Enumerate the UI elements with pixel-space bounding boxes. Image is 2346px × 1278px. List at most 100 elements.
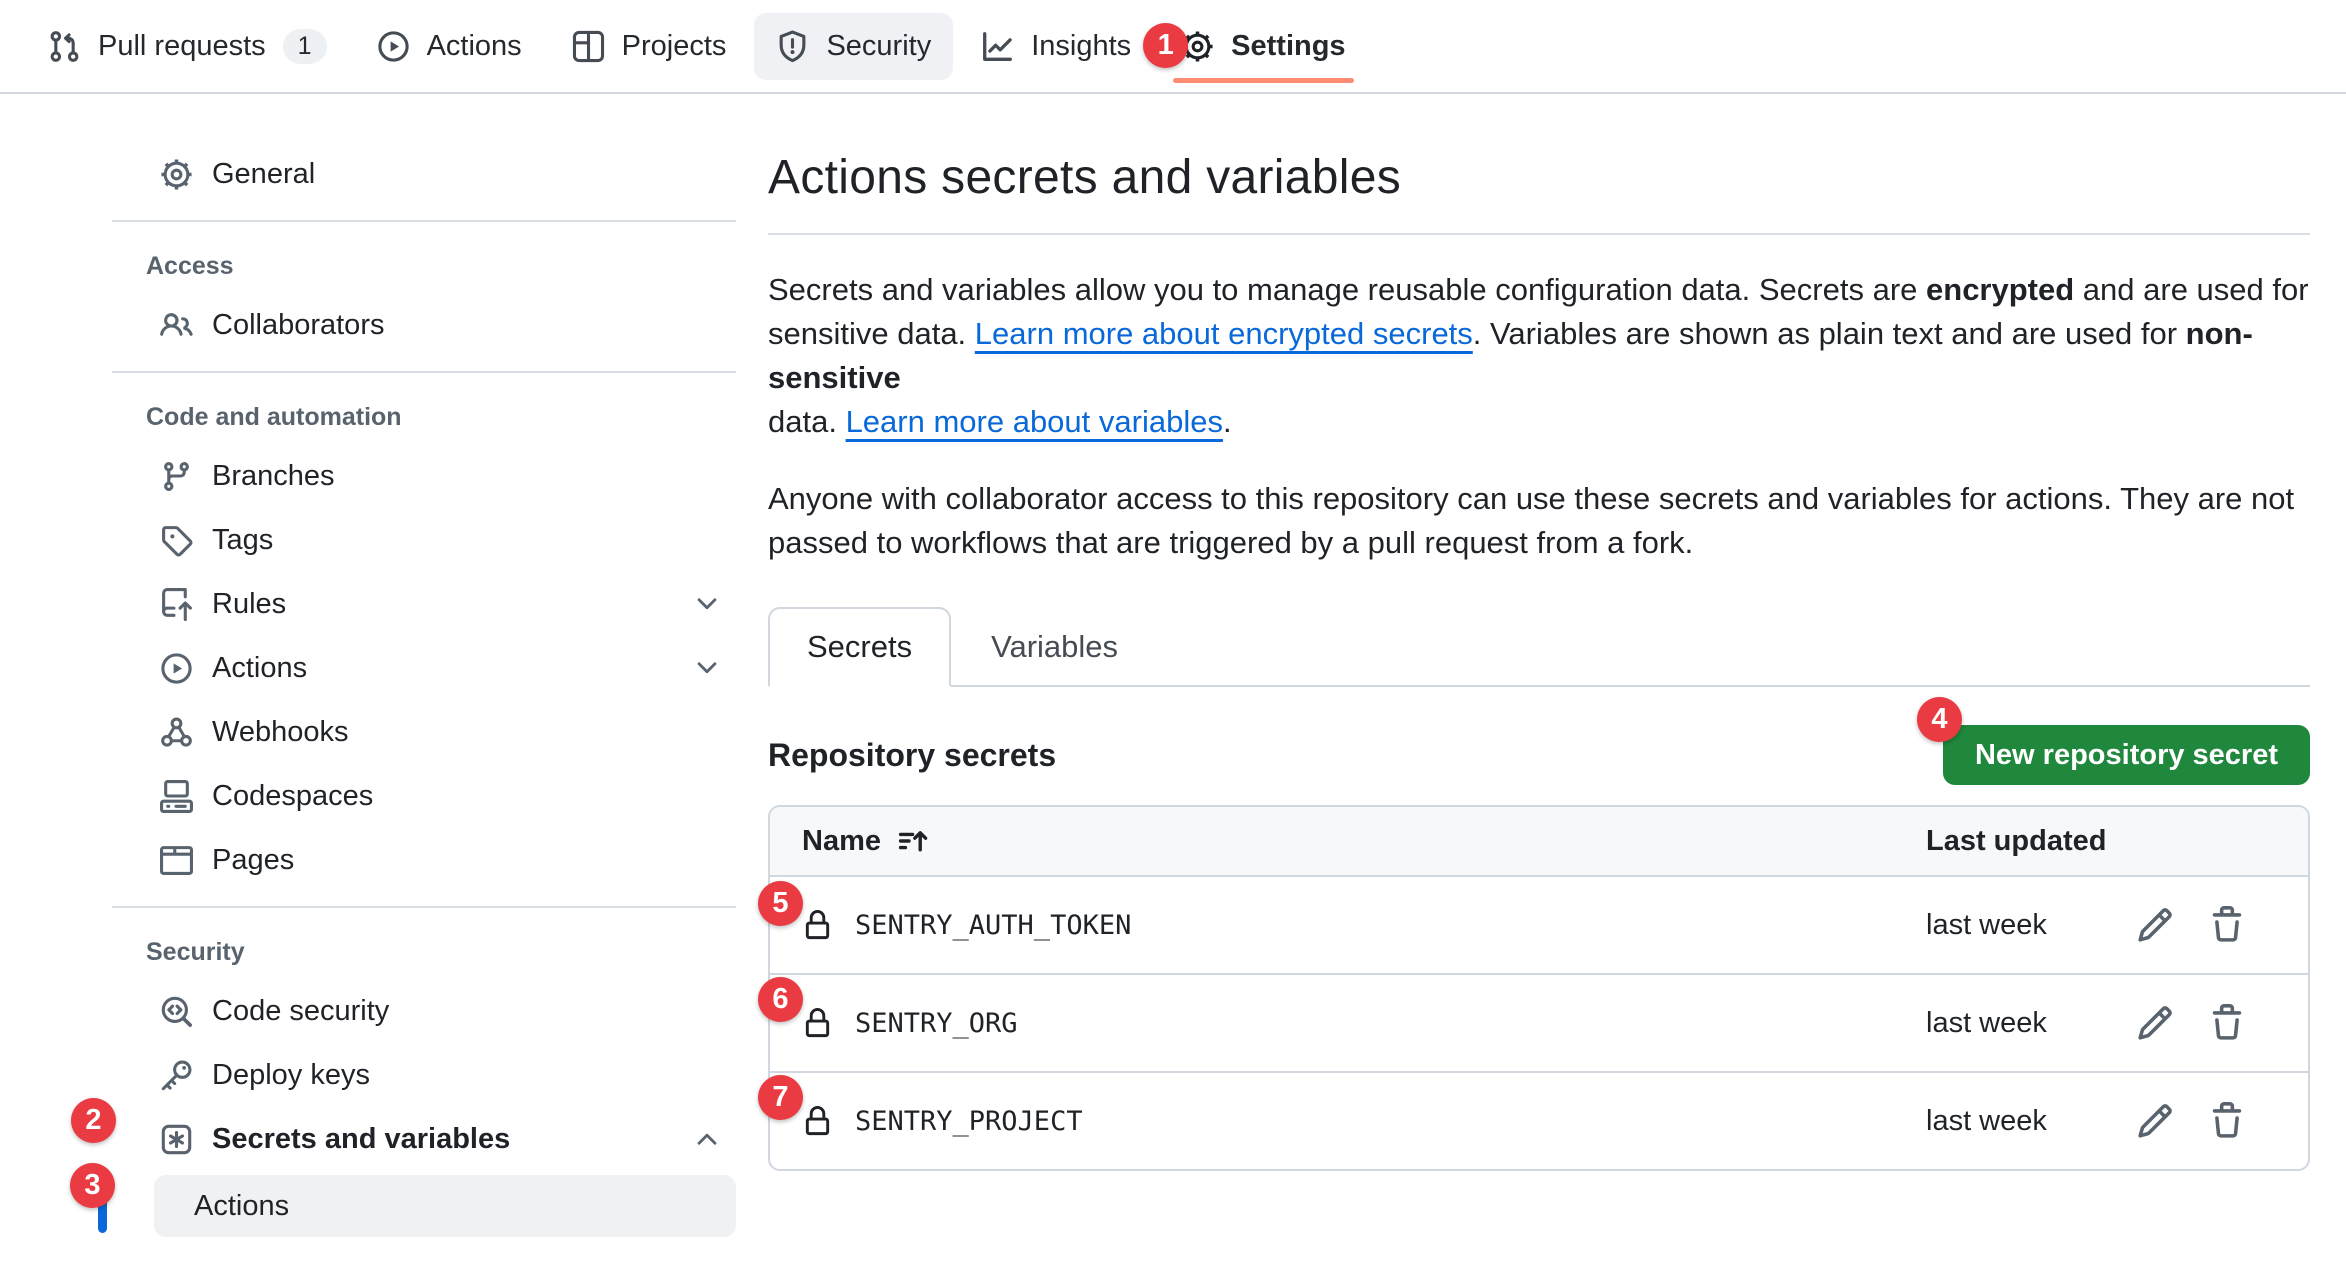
sidebar-item-label: Collaborators (212, 309, 384, 342)
column-header-name[interactable]: Name (802, 825, 1926, 858)
repo-tab-nav: Pull requests 1 Actions Projects Securit… (0, 0, 2346, 94)
annotation-badge-4: 4 (1917, 697, 1962, 742)
edit-secret-button[interactable] (2136, 1102, 2174, 1140)
sidebar-item-code-security[interactable]: Code security (112, 979, 736, 1043)
tab-label: Actions (427, 30, 522, 63)
sidebar-item-label: Rules (212, 588, 286, 621)
tab-variables[interactable]: Variables (951, 609, 1158, 685)
secret-name: SENTRY_PROJECT (855, 1106, 1083, 1137)
git-pull-request-icon (48, 30, 81, 63)
sort-ascending-icon (897, 825, 929, 857)
asterisk-box-icon (160, 1123, 193, 1156)
sidebar-item-label: Tags (212, 524, 273, 557)
sidebar-item-pages[interactable]: Pages (112, 828, 736, 892)
lock-icon (802, 1008, 833, 1039)
codescan-icon (160, 995, 193, 1028)
settings-sidebar: General Access Collaborators Code and au… (112, 94, 736, 1237)
table-row: SENTRY_ORG last week (770, 973, 2308, 1071)
tab-label: Pull requests (98, 30, 266, 63)
tab-security[interactable]: Security (754, 13, 953, 80)
delete-secret-button[interactable] (2208, 906, 2246, 944)
sidebar-item-tags[interactable]: Tags (112, 508, 736, 572)
repository-secrets-heading: Repository secrets (768, 737, 1056, 774)
table-header: Name Last updated (770, 807, 2308, 875)
tab-label: Insights (1031, 30, 1131, 63)
tab-secrets[interactable]: Secrets (768, 607, 951, 687)
sidebar-item-actions[interactable]: Actions (112, 636, 736, 700)
table-row: SENTRY_PROJECT last week (770, 1071, 2308, 1169)
tab-label: Settings (1231, 30, 1345, 63)
sidebar-item-codespaces[interactable]: Codespaces (112, 764, 736, 828)
sidebar-item-label: Webhooks (212, 716, 349, 749)
sidebar-item-label: Codespaces (212, 780, 373, 813)
page-title: Actions secrets and variables (768, 150, 2310, 205)
sidebar-item-label: Code security (212, 995, 389, 1028)
sidebar-item-deploy-keys[interactable]: Deploy keys (112, 1043, 736, 1107)
last-updated-value: last week (1926, 1007, 2102, 1040)
people-icon (160, 309, 193, 342)
sidebar-item-label: Actions (212, 652, 307, 685)
tab-projects[interactable]: Projects (550, 13, 749, 80)
secret-name: SENTRY_ORG (855, 1008, 1018, 1039)
tab-label: Security (826, 30, 931, 63)
chevron-up-icon (692, 1124, 722, 1154)
inline-link[interactable]: Learn more about variables (846, 404, 1223, 439)
shield-exclamation-icon (776, 30, 809, 63)
graph-icon (981, 30, 1014, 63)
sidebar-item-general[interactable]: General (112, 142, 736, 206)
table-row: SENTRY_AUTH_TOKEN last week (770, 875, 2308, 973)
tab-settings[interactable]: 1 Settings (1159, 13, 1367, 80)
delete-secret-button[interactable] (2208, 1102, 2246, 1140)
edit-secret-button[interactable] (2136, 906, 2174, 944)
tab-pull-requests[interactable]: Pull requests 1 (26, 12, 349, 81)
sidebar-item-branches[interactable]: Branches (112, 444, 736, 508)
sidebar-divider (112, 220, 736, 222)
title-divider (768, 233, 2310, 235)
sidebar-item-label: Branches (212, 460, 335, 493)
sidebar-item-label: Deploy keys (212, 1059, 370, 1092)
annotation-badge-7: 7 (758, 1075, 803, 1120)
repository-secrets-table: 5 6 7 Name Last updated (768, 805, 2310, 1171)
sidebar-item-label: Secrets and variables (212, 1123, 510, 1156)
secret-name-cell: SENTRY_PROJECT (802, 1106, 1926, 1137)
gear-icon (160, 158, 193, 191)
tab-insights[interactable]: Insights (959, 13, 1153, 80)
repo-push-icon (160, 588, 193, 621)
edit-secret-button[interactable] (2136, 1004, 2174, 1042)
lock-icon (802, 910, 833, 941)
active-tab-underline (1173, 78, 1353, 83)
annotation-badge-1: 1 (1143, 23, 1188, 68)
sidebar-section-access: Access (112, 236, 736, 293)
intro-paragraph: Secrets and variables allow you to manag… (768, 268, 2310, 444)
annotation-badge-5: 5 (758, 881, 803, 926)
chevron-down-icon (692, 589, 722, 619)
play-circle-icon (160, 652, 193, 685)
sidebar-item-secrets-and-variables[interactable]: 2 Secrets and variables (112, 1107, 736, 1171)
inline-link[interactable]: Learn more about encrypted secrets (975, 316, 1473, 351)
play-circle-icon (377, 30, 410, 63)
pull-requests-counter: 1 (283, 29, 327, 64)
sidebar-item-label: General (212, 158, 315, 191)
secrets-variables-tabs: Secrets Variables (768, 607, 2310, 687)
secret-name: SENTRY_AUTH_TOKEN (855, 910, 1131, 941)
button-label: New repository secret (1975, 739, 2278, 772)
delete-secret-button[interactable] (2208, 1004, 2246, 1042)
sidebar-divider (112, 906, 736, 908)
tab-actions[interactable]: Actions (355, 13, 544, 80)
sidebar-item-webhooks[interactable]: Webhooks (112, 700, 736, 764)
annotation-badge-3: 3 (70, 1163, 115, 1208)
git-branch-icon (160, 460, 193, 493)
sidebar-item-rules[interactable]: Rules (112, 572, 736, 636)
key-icon (160, 1059, 193, 1092)
project-table-icon (572, 30, 605, 63)
sidebar-subitem-actions-active[interactable]: 3 Actions (154, 1175, 736, 1237)
sidebar-section-security: Security (112, 922, 736, 979)
sidebar-item-collaborators[interactable]: Collaborators (112, 293, 736, 357)
main-content: Actions secrets and variables Secrets an… (736, 94, 2346, 1237)
sidebar-section-code: Code and automation (112, 387, 736, 444)
webhook-icon (160, 716, 193, 749)
last-updated-value: last week (1926, 1105, 2102, 1138)
codespaces-icon (160, 780, 193, 813)
new-repository-secret-button[interactable]: 4 New repository secret (1943, 725, 2310, 785)
lock-icon (802, 1106, 833, 1137)
